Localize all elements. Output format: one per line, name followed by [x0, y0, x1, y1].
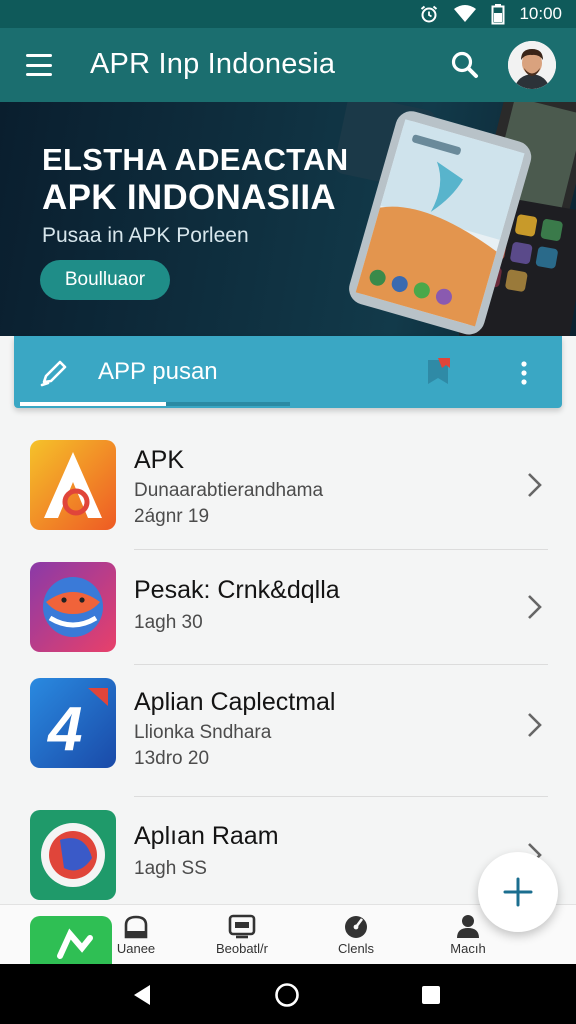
home-circle-icon[interactable]	[274, 982, 300, 1008]
nav-label-macih: Macıh	[450, 941, 486, 956]
chevron-right-icon	[528, 473, 542, 497]
app-meta: 13dro 20	[134, 748, 210, 769]
system-nav-bar	[0, 964, 576, 1024]
status-bar: 10:00	[0, 0, 576, 28]
promo-banner: ELSTHA ADEACTAN APK INDONASIIA Pusaa in …	[0, 102, 576, 336]
tab-bar: APP pusan	[14, 336, 562, 408]
app-icon-aplian-caplectmal: 4	[30, 678, 116, 768]
avatar[interactable]	[508, 41, 556, 89]
chevron-right-icon	[528, 713, 542, 737]
alarm-icon	[421, 5, 438, 23]
add-fab-button[interactable]	[478, 852, 558, 932]
app-meta: 2ágnr 19	[134, 506, 210, 527]
recents-icon[interactable]	[418, 982, 444, 1008]
list-item[interactable]: Pesak: Crnk&dqlla 1agh 30	[0, 552, 576, 672]
status-time: 10:00	[519, 4, 562, 23]
banner-title-line1: ELSTHA ADEACTAN	[42, 142, 349, 177]
battery-icon	[491, 4, 505, 25]
svg-text:4: 4	[46, 695, 82, 764]
tab-track	[166, 402, 290, 406]
app-title: Pesak: Crnk&dqlla	[134, 576, 340, 604]
pencil-icon[interactable]	[38, 358, 70, 388]
app-subtitle: Dunaarabtierandhama	[134, 480, 324, 501]
nav-item-beobatlr[interactable]: Beobatl/r	[202, 909, 282, 965]
speed-icon	[345, 916, 367, 938]
banner-cta-button[interactable]: Boulluaor	[40, 260, 170, 300]
app-title: APK	[134, 446, 185, 474]
divider	[134, 664, 548, 665]
chevron-right-icon	[528, 595, 542, 619]
hidden-app-icon	[30, 916, 112, 964]
tv-icon	[228, 914, 256, 939]
more-vert-icon[interactable]	[514, 358, 534, 388]
app-meta: 1agh 30	[134, 612, 203, 633]
nav-label-beobatlr: Beobatl/r	[215, 941, 269, 956]
back-icon[interactable]	[130, 982, 156, 1008]
app-icon-apk	[30, 440, 116, 530]
tab-active-indicator	[20, 402, 166, 406]
banner-title-line2: APK INDONASIIA	[42, 178, 336, 217]
app-title: Aplian Caplectmal	[134, 688, 336, 716]
home-icon	[124, 915, 148, 939]
tab-app-pusan[interactable]: APP pusan	[98, 358, 218, 386]
search-icon[interactable]	[448, 48, 482, 82]
divider	[134, 796, 548, 797]
divider	[134, 549, 548, 550]
nav-item-clenls[interactable]: Clenls	[316, 909, 396, 965]
list-item[interactable]: APK Dunaarabtierandhama 2ágnr 19	[0, 430, 576, 550]
bookmark-icon[interactable]	[424, 356, 454, 386]
app-bar: APR Inp Indonesia	[0, 28, 576, 102]
wifi-icon	[454, 5, 477, 22]
app-meta: 1agh SS	[134, 858, 207, 879]
phones-illustration	[334, 102, 576, 336]
list-item[interactable]: 4 Aplian Caplectmal Llionka Sndhara 13dr…	[0, 668, 576, 788]
person-icon	[457, 915, 479, 938]
app-icon-aplian-raam	[30, 810, 116, 900]
app-title: Aplıan Raam	[134, 822, 279, 850]
nav-label-clenls: Clenls	[337, 941, 375, 956]
app-subtitle: Llionka Sndhara	[134, 722, 272, 743]
app-icon-pesak	[30, 562, 116, 652]
plus-icon	[503, 877, 533, 907]
menu-icon[interactable]	[26, 54, 52, 76]
banner-subtitle: Pusaa in APK Porleen	[42, 224, 249, 247]
app-screen: 10:00 APR Inp Indonesia ELSTHA ADEACTAN …	[0, 0, 576, 1024]
app-title: APR Inp Indonesia	[90, 48, 336, 80]
